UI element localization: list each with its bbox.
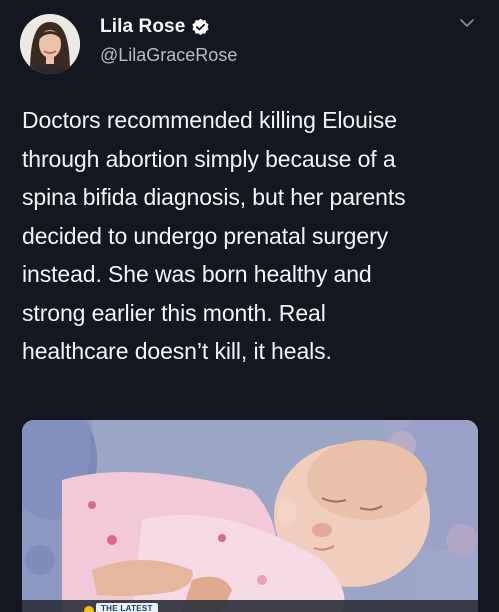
display-name-row: Lila Rose <box>100 14 210 40</box>
handle[interactable]: @LilaGraceRose <box>100 45 237 66</box>
avatar[interactable] <box>20 14 80 74</box>
tweet-media-image[interactable]: THE LATEST <box>22 420 478 612</box>
tweet: Lila Rose @LilaGraceRose Doctors recomme… <box>0 0 499 612</box>
tweet-header: Lila Rose @LilaGraceRose <box>20 14 480 76</box>
news-badge: THE LATEST <box>96 603 158 612</box>
chevron-down-icon[interactable] <box>458 14 476 32</box>
tweet-text: Doctors recommended killing Elouise thro… <box>22 107 406 364</box>
display-name[interactable]: Lila Rose <box>100 16 185 38</box>
news-badge-logo-icon <box>84 606 94 612</box>
verified-badge-icon <box>191 18 210 37</box>
